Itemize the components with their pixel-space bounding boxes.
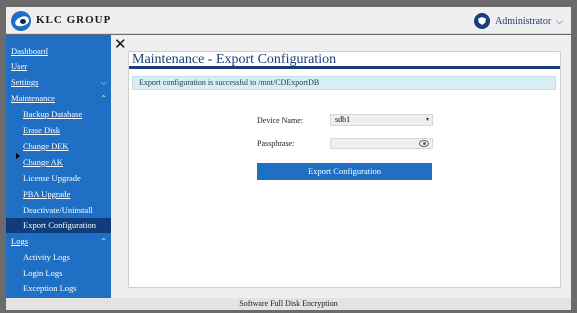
user-name: Administrator [495,15,552,27]
sidebar-item-activity-logs[interactable]: Activity Logs [6,250,111,265]
sidebar-item-logs[interactable]: Logs ⌃ [6,234,111,249]
sidebar-item-exception-logs[interactable]: Exception Logs [6,281,111,296]
mouse-cursor-icon [16,153,20,159]
sidebar-item-label: Change DEK [23,141,69,151]
device-name-value: sdb1 [335,115,351,124]
export-configuration-button[interactable]: Export Configuration [257,163,432,180]
chevron-up-icon: ⌃ [100,94,107,103]
top-header: KLC GROUP Administrator ⌵ [6,7,571,34]
sidebar-item-login-logs[interactable]: Login Logs [6,266,111,281]
sidebar-item-erase-disk[interactable]: Erase Disk [6,123,111,138]
sidebar-item-label: Backup Database [23,109,83,119]
klc-logo-icon [11,11,31,31]
passphrase-label: Passphrase: [257,139,295,148]
sidebar-item-user[interactable]: User [6,59,111,74]
chevron-down-icon: ⌵ [556,15,563,26]
sidebar-item-change-dek[interactable]: Change DEK [6,139,111,154]
dropdown-arrow-icon: ▾ [425,117,429,123]
sidebar-item-label: Settings [11,77,39,87]
export-configuration-panel: Maintenance - Export Configuration Expor… [128,51,561,288]
device-name-select[interactable]: sdb1 ▾ [330,114,433,126]
user-menu[interactable]: Administrator ⌵ [474,11,563,31]
sidebar-item-maintenance[interactable]: Maintenance ⌃ [6,91,111,106]
sidebar-item-label: Logs [11,236,28,246]
sidebar-item-label: Exception Logs [23,283,77,293]
sidebar-item-label: Login Logs [23,268,63,278]
sidebar-item-label: Erase Disk [23,125,61,135]
passphrase-input[interactable] [330,138,433,149]
sidebar-item-label: PBA Upgrade [23,189,71,199]
page-title: Maintenance - Export Configuration [129,52,560,69]
close-icon[interactable]: ✕ [114,37,127,52]
sidebar-item-change-ak[interactable]: Change AK [6,155,111,170]
sidebar-item-export-configuration[interactable]: Export Configuration [6,218,111,233]
sidebar-item-label: Activity Logs [23,252,70,262]
sidebar-item-backup-database[interactable]: Backup Database [6,107,111,122]
sidebar-item-pba-upgrade[interactable]: PBA Upgrade [6,187,111,202]
sidebar-item-settings[interactable]: Settings ⌵ [6,75,111,90]
sidebar-item-deactivate-uninstall-pba[interactable]: Deactivate/Uninstall PBA [6,203,111,230]
success-alert: Export configuration is successful to /m… [132,76,556,90]
sidebar-item-license-upgrade[interactable]: License Upgrade [6,171,111,186]
sidebar-item-label: Export Configuration [23,220,96,230]
main-content: Maintenance - Export Configuration Expor… [111,35,571,298]
user-shield-icon [474,13,491,29]
chevron-up-icon: ⌃ [100,237,107,246]
sidebar-item-label: Dashboard [11,46,48,56]
eye-icon[interactable] [419,140,429,147]
device-name-label: Device Name: [257,116,303,125]
sidebar-item-label: License Upgrade [23,173,81,183]
sidebar: Dashboard User Settings ⌵ Maintenance ⌃ Ba… [6,35,111,298]
window-frame: KLC GROUP Administrator ⌵ Dashboard User… [0,0,577,313]
page-title-text: Maintenance - Export Configuration [132,52,337,67]
sidebar-item-label: Maintenance [11,93,55,103]
footer: Software Full Disk Encryption [6,298,571,310]
sidebar-item-label: User [11,61,28,71]
sidebar-item-label: Change AK [23,157,63,167]
brand-name: KLC GROUP [36,14,112,26]
chevron-down-icon: ⌵ [100,78,107,87]
sidebar-item-dashboard[interactable]: Dashboard [6,44,111,59]
